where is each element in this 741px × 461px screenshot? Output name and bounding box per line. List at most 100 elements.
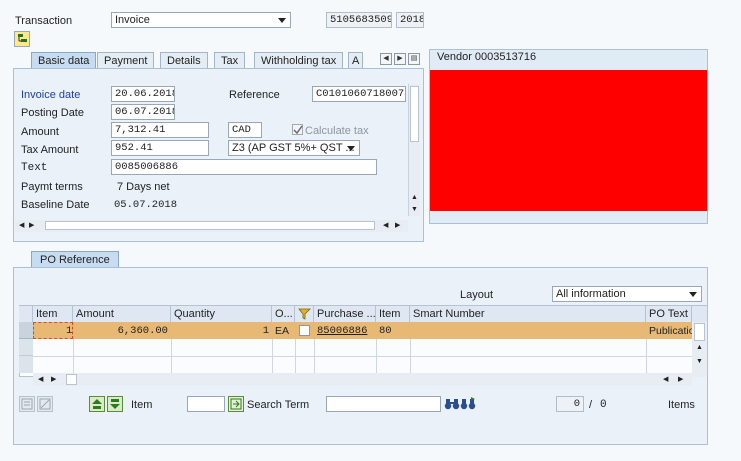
layout-dropdown[interactable]: All information [552,286,702,302]
row-checkbox[interactable] [299,325,310,336]
tab-po-reference[interactable]: PO Reference [31,251,119,268]
layout-label: Layout [460,289,494,301]
scroll-left-icon[interactable]: ◀ [663,375,668,383]
col-order-unit[interactable]: O... [272,306,295,322]
tab-scroll-left-button[interactable]: ◀ [380,53,392,65]
tab-payment[interactable]: Payment [97,52,155,69]
chevron-down-icon [347,146,355,151]
tab-withholding-tax[interactable]: Withholding tax [254,52,344,69]
sort-descending-button[interactable] [107,396,123,412]
scroll-right-icon[interactable]: ▶ [29,221,34,229]
tree-toggle-button[interactable] [14,31,30,47]
deselect-all-button[interactable] [37,396,53,412]
col-divider [410,339,411,373]
items-total: 0 [600,399,607,411]
calculate-tax-checkbox[interactable] [292,124,303,135]
row-item[interactable]: 1 [63,323,73,339]
row-unit[interactable]: EA [272,323,295,339]
row-quantity[interactable]: 1 [171,323,272,339]
col-divider [646,339,647,373]
select-all-button[interactable] [19,396,35,412]
search-term-button[interactable] [228,396,244,412]
basic-horizontal-scrollbar[interactable]: ◀ ▶ ◀ ▶ [15,220,408,232]
scroll-thumb[interactable] [410,86,419,142]
scroll-right-icon[interactable]: ▶ [51,375,56,383]
tab-list-button[interactable]: ▤ [408,53,420,65]
row-po-item[interactable]: 80 [376,323,410,339]
tax-code-value: Z3 (AP GST 5%+ QST ... [232,142,355,154]
col-purchase-doc[interactable]: Purchase ... [314,306,376,322]
tax-amount-field[interactable]: 952.41 [111,140,209,156]
amount-field[interactable]: 7,312.41 [111,122,209,138]
row-amount[interactable]: 6,360.00 [73,323,171,339]
find-next-button[interactable] [460,396,476,412]
transaction-label: Transaction [15,15,73,27]
table-vertical-scrollbar[interactable]: ▲ ▼ [692,322,707,377]
reference-label: Reference [229,89,280,101]
column-settings-button[interactable] [692,306,707,322]
invoice-date-field[interactable]: 20.06.2018 [111,86,175,102]
scroll-right-icon[interactable]: ▶ [678,375,683,383]
reference-field[interactable]: C01010607180074 [312,86,406,102]
scroll-thumb[interactable] [694,323,705,341]
item-search-input[interactable] [187,396,225,412]
row-selector[interactable] [19,339,33,356]
row-po-text[interactable]: Publication [646,323,692,339]
tax-amount-label: Tax Amount [21,144,79,156]
baseline-date-label: Baseline Date [21,199,90,211]
baseline-date-value: 05.07.2018 [114,199,178,211]
tab-details[interactable]: Details [160,52,208,69]
text-field[interactable]: 0085006886 [111,159,377,175]
col-divider [272,339,273,373]
item-label: Item [131,399,153,411]
scroll-thumb[interactable] [45,221,375,230]
currency-field[interactable]: CAD [228,122,262,138]
redacted-area [430,70,707,211]
scroll-up-icon[interactable]: ▲ [696,344,703,351]
tab-tax[interactable]: Tax [214,52,246,69]
fiscal-year: 2018 [396,12,424,28]
search-term-input[interactable] [326,396,441,412]
col-amount[interactable]: Amount [73,306,171,322]
posting-date-field[interactable]: 06.07.2018 [111,104,175,120]
tab-scroll-right-button[interactable]: ▶ [394,53,406,65]
col-po-item[interactable]: Item [376,306,410,322]
col-quantity[interactable]: Quantity [171,306,272,322]
scroll-thumb[interactable] [66,374,77,385]
col-item[interactable]: Item [33,306,73,322]
invoice-date-label: Invoice date [21,89,81,101]
scroll-left-icon[interactable]: ◀ [383,221,388,229]
calculate-tax-label: Calculate tax [305,125,369,137]
scroll-down-icon[interactable]: ▼ [411,206,418,213]
document-number: 5105683509 [326,12,392,28]
transaction-dropdown[interactable]: Invoice [111,12,291,28]
tax-code-dropdown[interactable]: Z3 (AP GST 5%+ QST ... [228,140,360,156]
find-button[interactable] [444,396,460,412]
sort-ascending-button[interactable] [89,396,105,412]
chevron-down-icon [278,18,286,23]
col-smart-number[interactable]: Smart Number [410,306,646,322]
payment-terms-value: 7 Days net [117,181,170,193]
col-divider [171,339,172,373]
scroll-up-icon[interactable]: ▲ [411,194,418,201]
col-po-text[interactable]: PO Text [646,306,692,322]
row-selector[interactable] [19,322,33,339]
amount-label: Amount [21,126,59,138]
scroll-left-icon[interactable]: ◀ [38,375,43,383]
tab-basic-data[interactable]: Basic data [31,52,97,69]
deselect-all-icon [39,398,51,410]
filter-icon [298,308,311,320]
row-divider [33,356,692,357]
row-purchase-doc[interactable]: 85006886 [314,323,376,339]
col-filter-icon[interactable] [295,306,314,322]
scroll-right-icon[interactable]: ▶ [395,221,400,229]
row-selector[interactable] [19,356,33,373]
select-all-corner[interactable] [19,306,33,322]
basic-vertical-scrollbar[interactable]: ▲ ▼ [408,84,420,216]
table-horizontal-scrollbar[interactable]: ◀ ▶ ◀ ▶ [33,373,692,386]
scroll-left-icon[interactable]: ◀ [19,221,24,229]
tab-more[interactable]: A [348,52,364,69]
vendor-title: Vendor 0003513716 [437,51,537,63]
scroll-down-icon[interactable]: ▼ [696,358,703,365]
col-divider [376,339,377,373]
